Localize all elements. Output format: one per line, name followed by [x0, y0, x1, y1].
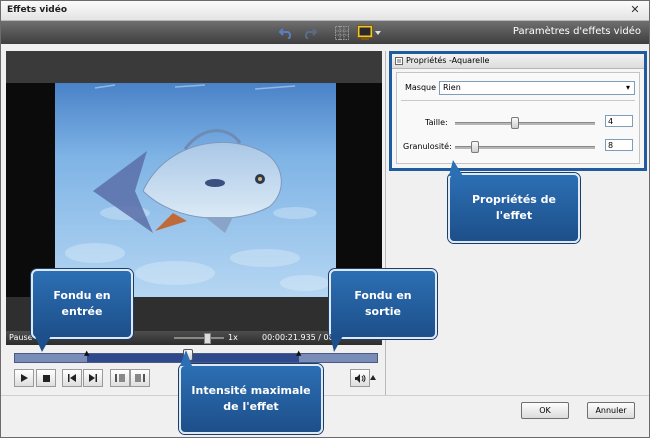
fade-out-marker[interactable]: ▲: [296, 349, 301, 357]
properties-callout-tail: [449, 160, 463, 176]
close-button[interactable]: ✕: [629, 4, 641, 16]
fade-out-line-1: Fondu en: [354, 289, 412, 302]
ok-button[interactable]: OK: [521, 402, 569, 419]
dropdown-arrow-icon[interactable]: [373, 24, 383, 41]
window-title: Effets vidéo: [7, 5, 68, 15]
previous-button[interactable]: [62, 369, 82, 387]
volume-icon: [354, 373, 365, 383]
max-intensity-callout: Intensité maximale de l'effet: [179, 364, 323, 434]
fade-in-line-2: entrée: [61, 305, 103, 318]
monitor-icon[interactable]: [356, 24, 374, 41]
speed-slider-track[interactable]: [174, 337, 224, 339]
speed-label: 1x: [228, 333, 238, 342]
play-button[interactable]: [14, 369, 34, 387]
mask-select[interactable]: Rien ▾: [439, 81, 635, 95]
footer-divider: [1, 395, 649, 396]
previous-icon: [68, 374, 76, 382]
max-intensity-line-1: Intensité maximale: [191, 384, 311, 397]
fade-out-callout-tail: [330, 334, 344, 352]
toolbar: Paramètres d'effets vidéo: [1, 21, 649, 44]
frame-back-button[interactable]: [110, 369, 130, 387]
preview-frame: [55, 83, 336, 297]
cancel-button[interactable]: Annuler: [587, 402, 635, 419]
fade-out-callout: Fondu en sortie: [329, 269, 437, 339]
grain-label: Granulosité:: [403, 142, 452, 151]
size-label: Taille:: [425, 118, 448, 127]
redo-icon[interactable]: [301, 24, 319, 41]
speed-slider-thumb[interactable]: [204, 333, 211, 344]
mask-value: Rien: [443, 83, 461, 92]
fade-in-callout-tail: [34, 334, 52, 352]
volume-arrow-icon[interactable]: [370, 373, 376, 382]
volume-button[interactable]: [350, 369, 370, 387]
frame-back-icon: [115, 374, 125, 382]
title-bar: Effets vidéo ✕: [1, 1, 649, 21]
undo-icon[interactable]: [277, 24, 295, 41]
size-slider-track[interactable]: [455, 122, 595, 125]
properties-body: Masque Rien ▾ Taille: 4 Granulosité: 8: [396, 72, 640, 164]
properties-callout-line-1: Propriétés de: [471, 193, 556, 206]
fade-in-callout: Fondu en entrée: [31, 269, 133, 339]
frame-forward-icon: [135, 374, 145, 382]
effect-properties-panel: Propriétés -Aquarelle Masque Rien ▾ Tail…: [389, 51, 647, 171]
effect-timeline[interactable]: ▲ ▲: [14, 349, 378, 363]
grain-slider-thumb[interactable]: [471, 141, 479, 153]
divider: [401, 100, 635, 101]
fade-out-line-2: sortie: [364, 305, 401, 318]
properties-callout-line-2: l'effet: [495, 209, 533, 222]
fade-in-marker[interactable]: ▲: [84, 349, 89, 357]
grid-icon[interactable]: [333, 24, 351, 41]
max-intensity-line-2: de l'effet: [223, 400, 279, 413]
grain-input[interactable]: 8: [605, 139, 633, 151]
size-slider-thumb[interactable]: [511, 117, 519, 129]
preview-panel: Pause 1x 00:00:21.935 / 00:00:55.774 ▲ ▲: [6, 51, 382, 391]
chevron-down-icon: ▾: [625, 83, 630, 92]
next-button[interactable]: [83, 369, 103, 387]
play-icon: [20, 374, 28, 382]
properties-callout: Propriétés de l'effet: [448, 173, 580, 243]
properties-icon: [395, 57, 403, 67]
stop-icon: [42, 374, 50, 382]
frame-forward-button[interactable]: [130, 369, 150, 387]
mask-label: Masque: [405, 83, 437, 92]
video-top-strip: [6, 51, 382, 83]
max-intensity-callout-tail: [180, 350, 192, 366]
properties-header: Propriétés -Aquarelle: [392, 54, 644, 69]
fade-in-line-1: Fondu en: [53, 289, 111, 302]
stop-button[interactable]: [36, 369, 56, 387]
size-input[interactable]: 4: [605, 115, 633, 127]
next-icon: [89, 374, 97, 382]
toolbar-title: Paramètres d'effets vidéo: [512, 26, 641, 37]
playback-status: Pause: [9, 333, 33, 342]
effect-full-range: [87, 354, 299, 362]
panel-divider: [385, 51, 386, 396]
properties-title: Propriétés -Aquarelle: [406, 56, 490, 65]
